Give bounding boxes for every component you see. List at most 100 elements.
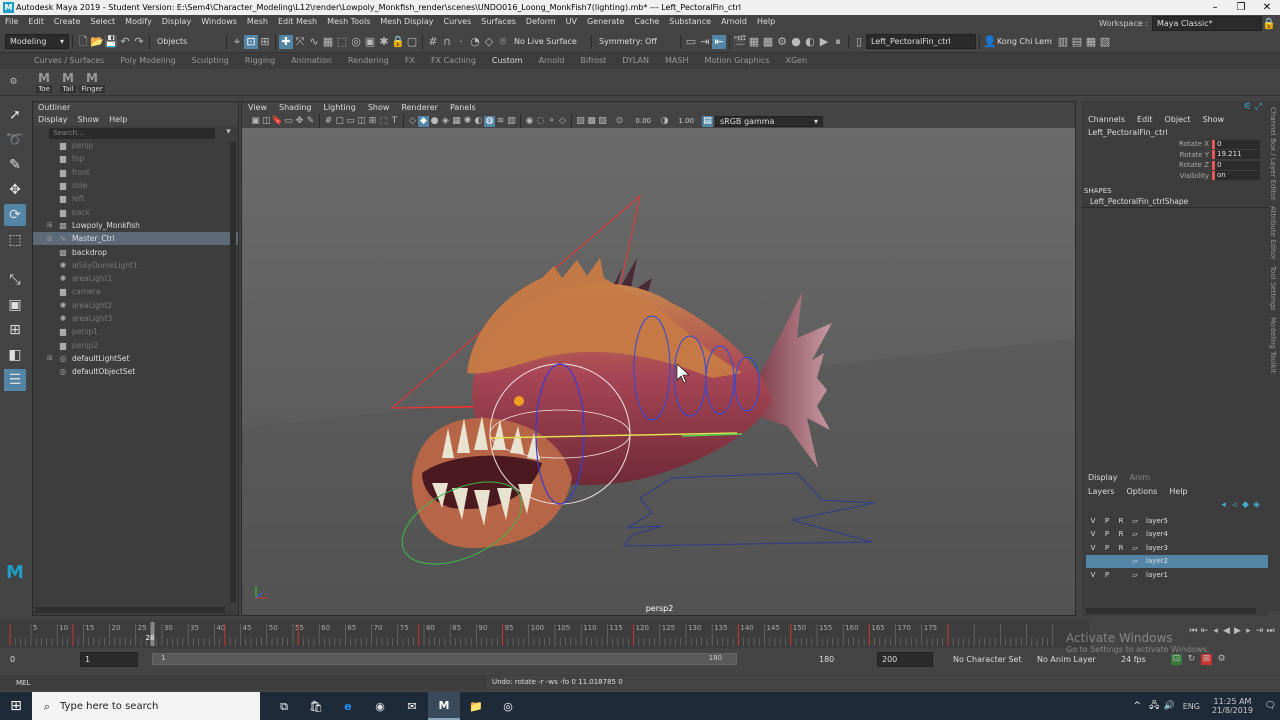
play-backwards-icon[interactable]: ◀ (1221, 626, 1232, 637)
resolution-gate-icon[interactable]: ▭ (345, 116, 356, 127)
input-language[interactable]: ENG (1183, 702, 1200, 711)
shelf-tab-animation[interactable]: Animation (283, 53, 340, 69)
2d-pan-icon[interactable]: ✥ (294, 116, 305, 127)
tray-expand-icon[interactable]: ^ (1132, 701, 1143, 712)
mask-render-icon[interactable]: ▣ (363, 35, 377, 49)
outliner-item-lowpoly-monkfish[interactable]: ⊞ ▩ Lowpoly_Monkfish (33, 219, 238, 232)
snap-projected-icon[interactable]: ◔ (468, 35, 482, 49)
gamma-icon[interactable]: ◑ (659, 116, 670, 127)
select-component-icon[interactable]: ⊞ (258, 35, 272, 49)
layer-display-type-toggle[interactable]: R (1114, 530, 1128, 538)
menu-mesh[interactable]: Mesh (242, 15, 273, 29)
menu-display[interactable]: Display (157, 15, 197, 29)
expand-icon[interactable]: ⊞ (47, 354, 57, 362)
layer-tab-anim[interactable]: Anim (1124, 471, 1157, 485)
layer-visibility-toggle[interactable]: V (1086, 530, 1100, 538)
outliner-vscrollbar[interactable] (230, 142, 236, 602)
undo-icon[interactable]: ↶ (118, 35, 132, 49)
shelf-button-tail[interactable]: M Tail (57, 71, 79, 93)
input-line-icon[interactable]: ▯ (852, 35, 866, 49)
layer-name[interactable]: layer4 (1146, 530, 1168, 538)
grease-pencil-icon[interactable]: ✎ (305, 116, 316, 127)
minimize-button[interactable]: – (1202, 0, 1228, 15)
file-explorer-icon[interactable]: 📁 (460, 692, 492, 720)
lasso-tool-icon[interactable]: ➰ (4, 129, 26, 151)
grid-icon[interactable]: # (323, 116, 334, 127)
layer-display-type-toggle[interactable]: R (1114, 517, 1128, 525)
save-scene-icon[interactable]: 💾 (104, 35, 118, 49)
channel-box-menu-show[interactable]: Show (1197, 114, 1231, 126)
mask-dynamics-icon[interactable]: ◎ (349, 35, 363, 49)
outliner-hscrollbar[interactable] (35, 607, 225, 613)
shelf-tab-mash[interactable]: MASH (657, 53, 696, 69)
channel-box-menu-channels[interactable]: Channels (1082, 114, 1131, 126)
taskbar-search-input[interactable]: Type here to search (60, 701, 158, 712)
layer-menu-options[interactable]: Options (1120, 485, 1163, 499)
task-view-icon[interactable]: ⧉ (268, 692, 300, 720)
outliner-item-aiskydomelight1[interactable]: ✺ aiSkyDomeLight1 (33, 259, 238, 272)
outliner-item-back[interactable]: ▆ back (33, 205, 238, 218)
channel-box-settings-icon[interactable]: ⚟ (1242, 102, 1253, 113)
single-perspective-layout-icon[interactable]: ▣ (4, 294, 26, 316)
lock-selection-icon[interactable]: 🔒 (391, 35, 405, 49)
menu-mesh-display[interactable]: Mesh Display (375, 15, 438, 29)
move-layer-up-icon[interactable]: ◂ (1218, 500, 1229, 511)
snap-view-plane-icon[interactable]: ◇ (482, 35, 496, 49)
channel-box-minimize-icon[interactable]: ⤢ (1253, 102, 1264, 113)
motion-blur-icon[interactable]: ≋ (495, 116, 506, 127)
isolate-select-icon[interactable]: ◉ (524, 116, 535, 127)
shadows-icon[interactable]: ◐ (473, 116, 484, 127)
layer-name[interactable]: layer3 (1146, 544, 1168, 552)
smooth-shade-icon[interactable]: ◆ (418, 115, 429, 127)
side-tab-channel-box-layer-editor[interactable]: Channel Box / Layer Editor (1269, 107, 1277, 200)
channel-rotate-x[interactable]: Rotate X0 (1082, 139, 1268, 150)
construction-history-icon[interactable]: ▭ (684, 35, 698, 49)
menu-substance[interactable]: Substance (664, 15, 716, 29)
layer-row-layer2[interactable]: ▱ layer2 (1086, 554, 1268, 568)
side-tab-modeling-toolkit[interactable]: Modeling Toolkit (1269, 317, 1277, 373)
select-hierarchy-icon[interactable]: ⌖ (230, 35, 244, 49)
layer-visibility-toggle[interactable]: V (1086, 544, 1100, 552)
mail-icon[interactable]: ✉ (396, 692, 428, 720)
layer-menu-layers[interactable]: Layers (1082, 485, 1120, 499)
input-ops-icon[interactable]: ⇥ (698, 35, 712, 49)
menu-help[interactable]: Help (752, 15, 780, 29)
animation-end-field[interactable]: 200 (877, 651, 933, 667)
gamma-field[interactable]: 1.00 (670, 117, 694, 125)
camera-toggle-icon[interactable]: ▨ (575, 116, 586, 127)
layer-visibility-toggle[interactable]: V (1086, 571, 1100, 579)
layer-color-swatch[interactable]: ▱ (1128, 571, 1142, 579)
outliner-item-arealight2[interactable]: ✺ areaLight2 (33, 299, 238, 312)
outliner-item-persp[interactable]: ▆ persp (33, 139, 238, 152)
user-name[interactable]: Kong Chi Lem (997, 37, 1052, 46)
view-transform-dropdown[interactable]: sRGB gamma ▾ (715, 115, 823, 127)
channel-value-field[interactable]: on (1212, 171, 1260, 181)
make-live-icon[interactable]: ⌾ (496, 35, 510, 49)
layer-playback-toggle[interactable]: P (1100, 517, 1114, 525)
character-set-dropdown[interactable]: No Character Set (949, 652, 1029, 667)
mask-all-icon[interactable]: ✚ (279, 34, 293, 49)
field-chart-icon[interactable]: ⊞ (367, 116, 378, 127)
channel-rotate-y[interactable]: Rotate Y 19.211 (1082, 150, 1268, 161)
play-ipr-icon[interactable]: ▶ (817, 35, 831, 49)
outliner-item-front[interactable]: ▆ front (33, 166, 238, 179)
layer-name[interactable]: layer1 (1146, 571, 1168, 579)
outliner-item-left[interactable]: ▆ left (33, 192, 238, 205)
symmetry-dropdown[interactable]: Symmetry: Off (595, 34, 677, 49)
viewport-settings-icon[interactable]: ▧ (597, 116, 608, 127)
scale-tool-icon[interactable]: ⬚ (4, 229, 26, 251)
outliner-item-defaultobjectset[interactable]: ◎ defaultObjectSet (33, 365, 238, 378)
safe-action-icon[interactable]: ⬚ (378, 116, 389, 127)
new-empty-layer-icon[interactable]: ◆ (1240, 500, 1251, 511)
play-forwards-icon[interactable]: ▶ (1232, 626, 1243, 637)
layer-visibility-toggle[interactable]: V (1086, 517, 1100, 525)
shelf-tab-rigging[interactable]: Rigging (237, 53, 283, 69)
snap-point-icon[interactable]: · (454, 35, 468, 49)
mask-surface-icon[interactable]: ▦ (321, 35, 335, 49)
workspace-selector[interactable]: Workspace : Maya Classic* 🔒 (1099, 15, 1276, 31)
workspace-dropdown[interactable]: Maya Classic* (1152, 15, 1262, 31)
notifications-icon[interactable]: 🗨 (1265, 701, 1276, 712)
ambient-occlusion-icon[interactable]: ◍ (484, 115, 495, 127)
step-forward-frame-icon[interactable]: ▸ (1243, 626, 1254, 637)
outliner-layout-icon[interactable]: ☰ (4, 369, 26, 391)
